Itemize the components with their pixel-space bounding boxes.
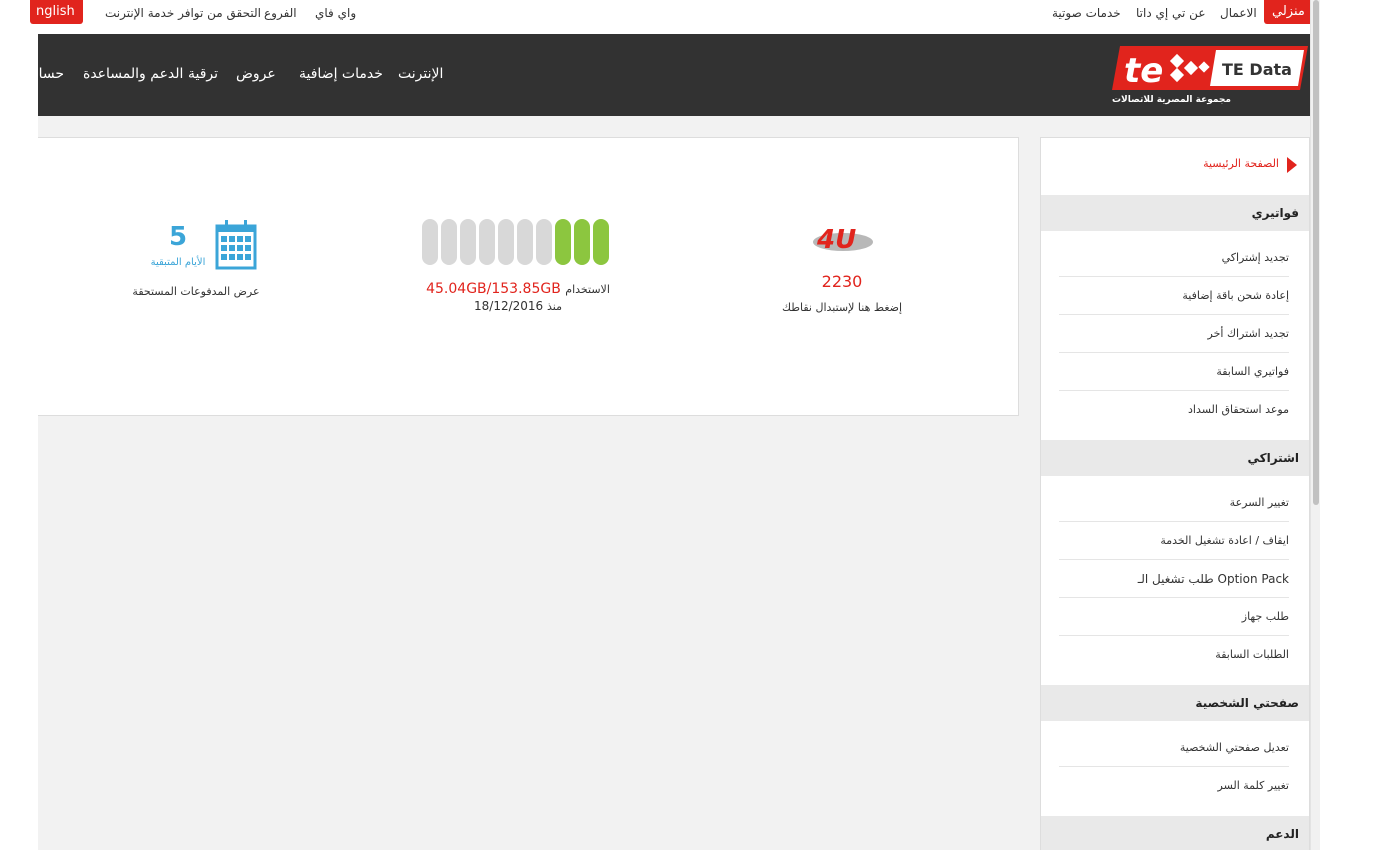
usage-bar-segment [536,219,552,265]
sidebar-item-label: تجديد اشتراك أخر [1207,327,1289,340]
top-link-wifi[interactable]: واي فاي [315,6,356,20]
language-toggle-button[interactable]: nglish [30,0,83,24]
sidebar-item-label: موعد استحقاق السداد [1188,403,1289,416]
usage-since-line: 18/12/2016 منذ [368,299,668,313]
top-utility-bar: منزلي الاعمال عن تي إي داتا خدمات صوتية … [0,0,1313,34]
sidebar-item-label: تعديل صفحتي الشخصية [1179,741,1289,754]
sidebar-item-label: ايقاف / اعادة تشغيل الخدمة [1160,534,1289,547]
logo-tagline: مجموعة المصرية للاتصالات [1112,95,1231,105]
nav-offers[interactable]: عروض [236,66,276,82]
days-remaining-value: 5 [168,222,188,252]
usage-bar-segment [555,219,571,265]
nav-support[interactable]: الدعم والمساعدة [83,66,183,82]
sidebar-item-previous-requests[interactable]: الطلبات السابقة [1059,636,1289,674]
sidebar-item-change-password[interactable]: تغيير كلمة السر [1059,767,1290,805]
usage-prefix: الاستخدام [565,283,610,296]
points-value: 2230 [821,272,863,291]
nav-internet[interactable]: الإنترنت [398,66,443,82]
usage-bar-segment [517,219,533,265]
top-link-about[interactable]: عن تي إي داتا [1136,6,1205,20]
sidebar-item-previous-bills[interactable]: فواتيري السابقة [1059,353,1289,391]
sidebar-item-label: طلب جهاز [1241,610,1289,623]
sidebar-item-label: طلب تشغيل الـ Option Pack [1137,572,1289,586]
left-edge [0,0,38,850]
usage-line: 45.04GB/153.85GB الاستخدام [368,281,668,297]
sidebar-item-renew-other[interactable]: تجديد اشتراك أخر [1059,315,1289,353]
scrollbar-thumb[interactable] [1313,0,1319,505]
top-link-voice[interactable]: خدمات صوتية [1052,6,1121,20]
sidebar-item-recharge[interactable]: إعادة شحن باقة إضافية [1059,277,1289,315]
sidebar-home-link[interactable]: الصفحة الرئيسية [1203,157,1279,170]
usage-since-label: منذ [547,300,562,313]
4u-logo-text: 4U [816,225,856,255]
sidebar-section-bills: فواتيري [1041,195,1309,231]
active-arrow-icon [1287,157,1297,173]
logo-text: TE Data [1222,60,1292,79]
redeem-points-link[interactable]: إضغط هنا لإستبدال نقاطك [742,301,942,314]
sidebar-item-label: إعادة شحن باقة إضافية [1182,289,1289,302]
account-sidebar: الصفحة الرئيسية فواتيري تجديد إشتراكي إع… [1040,137,1310,850]
sidebar-section-profile: صفحتي الشخصية [1041,685,1309,721]
sidebar-item-label: الطلبات السابقة [1215,648,1289,661]
account-summary-card: 4U 2230 إضغط هنا لإستبدال نقاطك 45.04GB/… [38,137,1019,416]
sidebar-item-request-device[interactable]: طلب جهاز [1059,598,1289,636]
sidebar-item-label: تغيير كلمة السر [1217,779,1290,792]
usage-bar-segment [479,219,495,265]
sidebar-item-option-pack[interactable]: طلب تشغيل الـ Option Pack [1059,560,1289,598]
usage-value: 45.04GB/153.85GB [426,281,561,297]
usage-bar-segment [574,219,590,265]
days-remaining-label: الأيام المتبقية [150,257,206,268]
sidebar-item-edit-profile[interactable]: تعديل صفحتي الشخصية [1059,729,1289,767]
right-gutter [1310,0,1400,850]
nav-upgrade[interactable]: ترقية [188,66,218,82]
view-due-payments-link[interactable]: عرض المدفوعات المستحقة [116,285,276,298]
sidebar-item-due-date[interactable]: موعد استحقاق السداد [1059,391,1289,429]
sidebar-item-renew[interactable]: تجديد إشتراكي [1059,239,1289,277]
sidebar-item-label: تجديد إشتراكي [1221,251,1289,264]
sidebar-item-label: فواتيري السابقة [1216,365,1289,378]
top-link-business[interactable]: الاعمال [1220,6,1257,20]
usage-bar-segment [441,219,457,265]
page-scrollbar[interactable] [1310,0,1320,850]
sidebar-item-suspend-service[interactable]: ايقاف / اعادة تشغيل الخدمة [1059,522,1289,560]
usage-bar-segment [422,219,438,265]
nav-my-account[interactable]: حسابي [38,66,64,82]
usage-bar-meter [422,219,612,265]
svg-text:te: te [1124,51,1163,91]
usage-bar-segment [498,219,514,265]
section-title: فواتيري [1251,206,1299,220]
top-link-branches[interactable]: الفروع [264,6,297,20]
4u-points-logo[interactable]: 4U [810,222,876,256]
sidebar-item-label: تغيير السرعة [1229,496,1289,509]
section-title: الدعم [1265,827,1299,841]
sidebar-section-support: الدعم [1041,816,1309,850]
usage-since-date: 18/12/2016 [474,299,544,313]
sidebar-section-subscription: اشتراكي [1041,440,1309,476]
usage-bar-segment [593,219,609,265]
top-link-home[interactable]: منزلي [1264,0,1313,24]
top-link-coverage[interactable]: التحقق من توافر خدمة الإنترنت [105,6,261,20]
usage-bar-segment [460,219,476,265]
sidebar-item-change-speed[interactable]: تغيير السرعة [1059,484,1289,522]
section-title: صفحتي الشخصية [1195,696,1299,710]
nav-extra-services[interactable]: خدمات إضافية [299,66,383,82]
section-title: اشتراكي [1247,451,1299,465]
